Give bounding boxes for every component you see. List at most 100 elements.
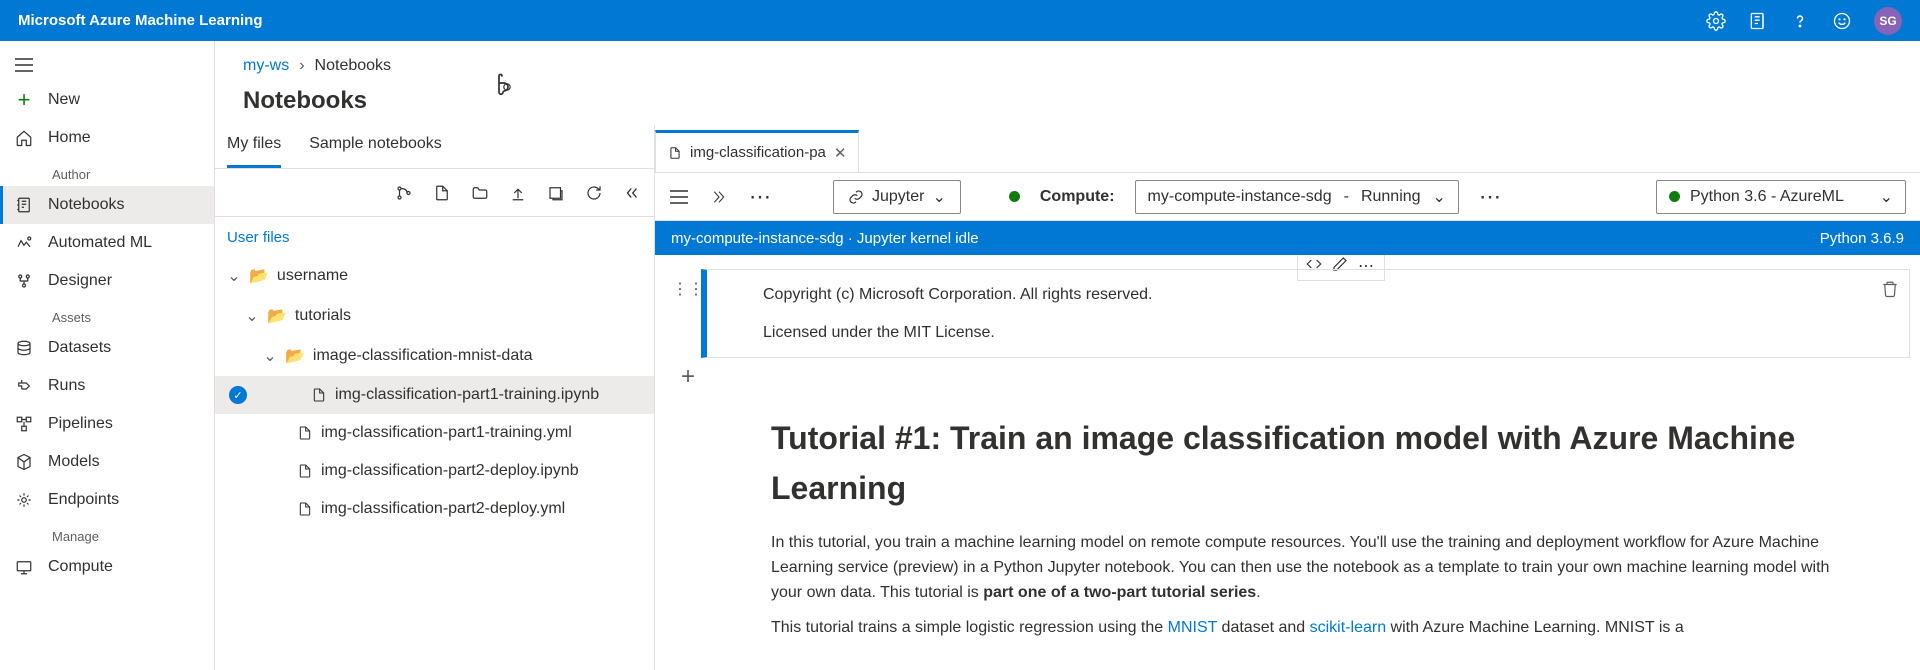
chevron-down-icon: ⌄ bbox=[1433, 187, 1446, 207]
nav-designer[interactable]: Designer bbox=[0, 262, 214, 300]
nav-automl-label: Automated ML bbox=[48, 234, 152, 252]
editor-panel: img-classification-pa ✕ ⋯ Jupyter ⌄ bbox=[655, 125, 1920, 670]
chevron-down-icon: ⌄ bbox=[932, 187, 945, 207]
chevron-down-icon: ⌄ bbox=[1880, 187, 1893, 207]
chevron-down-icon: ⌄ bbox=[263, 346, 277, 366]
nav-automl[interactable]: Automated ML bbox=[0, 224, 214, 262]
notebook-cell[interactable]: ⋯ ⋮⋮ Copyright (c) Microsoft Corporation… bbox=[675, 269, 1910, 358]
compute-name: my-compute-instance-sdg bbox=[1148, 188, 1332, 206]
tab-my-files[interactable]: My files bbox=[227, 125, 281, 168]
new-file-icon[interactable] bbox=[432, 183, 452, 203]
git-icon[interactable] bbox=[394, 183, 414, 203]
nav-section-manage: Manage bbox=[0, 519, 214, 548]
collapse-icon[interactable] bbox=[622, 183, 642, 203]
designer-icon bbox=[14, 271, 34, 291]
status-dot-icon bbox=[1009, 191, 1020, 202]
refresh-icon[interactable] bbox=[584, 183, 604, 203]
folder-icon: 📂 bbox=[267, 306, 287, 326]
tree-label: img-classification-part2-deploy.yml bbox=[321, 500, 565, 518]
tree-label: img-classification-part2-deploy.ipynb bbox=[321, 462, 579, 480]
nav-runs[interactable]: Runs bbox=[0, 367, 214, 405]
settings-icon[interactable] bbox=[1706, 11, 1726, 31]
run-all-icon[interactable] bbox=[709, 189, 729, 205]
cell-line: Copyright (c) Microsoft Corporation. All… bbox=[763, 282, 1853, 308]
link-scikit[interactable]: scikit-learn bbox=[1310, 619, 1386, 636]
cell-content[interactable]: Copyright (c) Microsoft Corporation. All… bbox=[701, 269, 1910, 358]
nav-endpoints[interactable]: Endpoints bbox=[0, 481, 214, 519]
upload-icon[interactable] bbox=[508, 183, 528, 203]
nav-pipelines-label: Pipelines bbox=[48, 415, 113, 433]
status-left: my-compute-instance-sdg · Jupyter kernel… bbox=[671, 230, 979, 247]
nav-pipelines[interactable]: Pipelines bbox=[0, 405, 214, 443]
compute-select[interactable]: my-compute-instance-sdg - Running ⌄ bbox=[1135, 180, 1459, 214]
tree-toolbar bbox=[215, 169, 654, 217]
link-mnist[interactable]: MNIST bbox=[1168, 619, 1217, 636]
tree-file-1[interactable]: img-classification-part1-training.yml bbox=[215, 414, 654, 452]
help-icon[interactable] bbox=[1790, 11, 1810, 31]
link-icon bbox=[848, 189, 864, 205]
tab-sample-notebooks[interactable]: Sample notebooks bbox=[309, 125, 442, 168]
add-cell-button[interactable]: + bbox=[675, 364, 701, 390]
nav-datasets-label: Datasets bbox=[48, 339, 111, 357]
endpoints-icon bbox=[14, 490, 34, 510]
chevron-down-icon: ⌄ bbox=[245, 306, 259, 326]
nav-compute[interactable]: Compute bbox=[0, 548, 214, 586]
file-tree-panel: My files Sample notebooks User files bbox=[215, 125, 655, 670]
tree-header[interactable]: User files bbox=[215, 217, 654, 252]
breadcrumb-workspace[interactable]: my-ws bbox=[243, 57, 289, 75]
product-title: Microsoft Azure Machine Learning bbox=[18, 12, 262, 29]
markdown-cell[interactable]: Tutorial #1: Train an image classificati… bbox=[675, 390, 1910, 660]
nav-notebooks-label: Notebooks bbox=[48, 196, 125, 214]
trash-icon[interactable] bbox=[1881, 280, 1899, 298]
tree-label: tutorials bbox=[295, 307, 351, 325]
status-right: Python 3.6.9 bbox=[1820, 230, 1904, 247]
nav-new[interactable]: + New bbox=[0, 81, 214, 119]
file-icon bbox=[668, 146, 682, 160]
kernel-select[interactable]: Python 3.6 - AzureML ⌄ bbox=[1656, 180, 1906, 214]
file-icon bbox=[297, 425, 313, 441]
tree-file-0[interactable]: ✓ img-classification-part1-training.ipyn… bbox=[215, 376, 654, 414]
notebook-paragraph: In this tutorial, you train a machine le… bbox=[771, 531, 1854, 605]
notebook-heading: Tutorial #1: Train an image classificati… bbox=[771, 414, 1854, 513]
plus-icon: + bbox=[14, 90, 34, 110]
close-icon[interactable]: ✕ bbox=[834, 144, 847, 162]
compute-label: Compute: bbox=[1040, 188, 1115, 206]
nav-notebooks[interactable]: Notebooks bbox=[0, 186, 214, 224]
nav-models-label: Models bbox=[48, 453, 100, 471]
add-tab-icon[interactable] bbox=[546, 183, 566, 203]
hamburger-icon[interactable] bbox=[0, 49, 214, 81]
cell-line: Licensed under the MIT License. bbox=[763, 320, 1853, 346]
runs-icon bbox=[14, 376, 34, 396]
notes-icon[interactable] bbox=[1748, 11, 1768, 31]
nav-models[interactable]: Models bbox=[0, 443, 214, 481]
tree-label: img-classification-part1-training.ipynb bbox=[335, 386, 599, 404]
tree-folder-mnist[interactable]: ⌄ 📂 image-classification-mnist-data bbox=[215, 336, 654, 376]
nav-runs-label: Runs bbox=[48, 377, 85, 395]
nav-home[interactable]: Home bbox=[0, 119, 214, 157]
tree-folder-user[interactable]: ⌄ 📂 username bbox=[215, 256, 654, 296]
menu-icon[interactable] bbox=[669, 189, 689, 205]
notebook-body[interactable]: ⋯ ⋮⋮ Copyright (c) Microsoft Corporation… bbox=[655, 255, 1920, 670]
main: my-ws › Notebooks Notebooks My files Sam… bbox=[215, 41, 1920, 670]
new-folder-icon[interactable] bbox=[470, 183, 490, 203]
tree-folder-tutorials[interactable]: ⌄ 📂 tutorials bbox=[215, 296, 654, 336]
pipelines-icon bbox=[14, 414, 34, 434]
compute-icon bbox=[14, 557, 34, 577]
notebook-paragraph: This tutorial trains a simple logistic r… bbox=[771, 616, 1854, 641]
editor-tab-active[interactable]: img-classification-pa ✕ bbox=[655, 130, 859, 172]
nav-endpoints-label: Endpoints bbox=[48, 491, 119, 509]
file-icon bbox=[297, 463, 313, 479]
jupyter-button[interactable]: Jupyter ⌄ bbox=[833, 180, 961, 214]
more-icon[interactable]: ⋯ bbox=[1479, 184, 1503, 210]
feedback-icon[interactable] bbox=[1832, 11, 1852, 31]
avatar[interactable]: SG bbox=[1874, 7, 1902, 35]
drag-handle-icon[interactable]: ⋮⋮ bbox=[675, 269, 701, 358]
more-icon[interactable]: ⋯ bbox=[749, 184, 773, 210]
file-icon bbox=[311, 387, 327, 403]
tree-file-3[interactable]: img-classification-part2-deploy.yml bbox=[215, 490, 654, 528]
nav-datasets[interactable]: Datasets bbox=[0, 329, 214, 367]
file-icon bbox=[297, 501, 313, 517]
tree-label: img-classification-part1-training.yml bbox=[321, 424, 572, 442]
editor-tab-label: img-classification-pa bbox=[690, 144, 826, 161]
tree-file-2[interactable]: img-classification-part2-deploy.ipynb bbox=[215, 452, 654, 490]
